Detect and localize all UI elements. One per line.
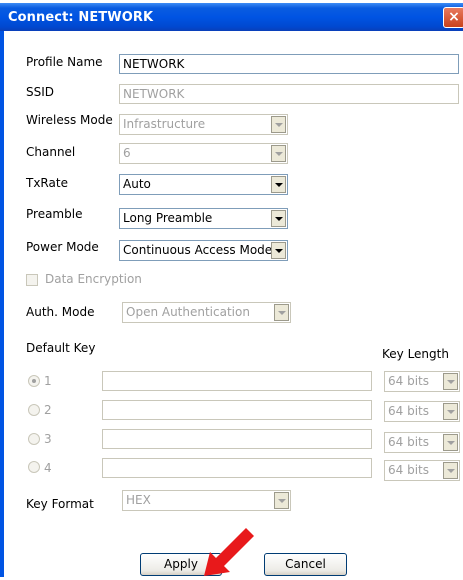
- channel-label: Channel: [26, 145, 76, 159]
- key-4-length-value: 64 bits: [388, 463, 429, 477]
- chevron-down-icon[interactable]: [443, 434, 458, 451]
- key-length-label: Key Length: [382, 347, 449, 361]
- key-1-length-value: 64 bits: [388, 374, 429, 388]
- power-mode-select[interactable]: Continuous Access Mode: [119, 240, 288, 261]
- close-button[interactable]: ×: [443, 7, 463, 28]
- red-arrow-icon: [204, 528, 254, 576]
- key-4-length-select[interactable]: 64 bits: [384, 460, 460, 481]
- wireless-mode-select[interactable]: Infrastructure: [119, 114, 288, 135]
- txrate-label: TxRate: [26, 176, 68, 190]
- data-encryption-checkbox[interactable]: [26, 274, 38, 286]
- key-2-length-select[interactable]: 64 bits: [384, 401, 460, 422]
- chevron-down-icon[interactable]: [271, 145, 286, 162]
- chevron-down-icon[interactable]: [443, 403, 458, 420]
- key-1-number: 1: [44, 374, 52, 388]
- key-3-length-select[interactable]: 64 bits: [384, 432, 460, 453]
- default-key-label: Default Key: [26, 341, 96, 355]
- auth-mode-value: Open Authentication: [126, 305, 250, 319]
- data-encryption-label: Data Encryption: [45, 272, 142, 286]
- preamble-select[interactable]: Long Preamble: [119, 208, 288, 229]
- wireless-mode-label: Wireless Mode: [26, 113, 113, 127]
- txrate-value: Auto: [123, 177, 151, 191]
- key-1-radio[interactable]: [28, 375, 40, 387]
- window-title: Connect: NETWORK: [8, 10, 154, 25]
- chevron-down-icon[interactable]: [271, 176, 286, 193]
- chevron-down-icon[interactable]: [271, 210, 286, 227]
- chevron-down-icon[interactable]: [271, 242, 286, 259]
- key-2-radio[interactable]: [28, 404, 40, 416]
- key-2-input[interactable]: [102, 400, 372, 420]
- key-format-value: HEX: [126, 493, 151, 507]
- key-4-number: 4: [44, 461, 52, 475]
- key-3-radio[interactable]: [28, 433, 40, 445]
- key-4-radio[interactable]: [28, 461, 40, 473]
- key-format-label: Key Format: [26, 497, 94, 511]
- preamble-value: Long Preamble: [123, 211, 213, 225]
- key-3-input[interactable]: [102, 429, 372, 449]
- channel-select[interactable]: 6: [119, 143, 288, 164]
- cancel-button[interactable]: Cancel: [264, 553, 347, 576]
- key-2-number: 2: [44, 403, 52, 417]
- channel-value: 6: [123, 146, 131, 160]
- chevron-down-icon[interactable]: [443, 462, 458, 479]
- txrate-select[interactable]: Auto: [119, 174, 288, 195]
- profile-name-input[interactable]: NETWORK: [119, 54, 459, 74]
- auth-mode-label: Auth. Mode: [26, 305, 95, 319]
- close-icon: ×: [448, 9, 460, 25]
- window-frame-left: [0, 31, 4, 577]
- arrow-shape: [204, 528, 254, 576]
- title-bar: Connect: NETWORK ×: [0, 3, 463, 31]
- chevron-down-icon[interactable]: [274, 492, 289, 509]
- auth-mode-select[interactable]: Open Authentication: [122, 302, 291, 323]
- ssid-label: SSID: [26, 85, 55, 99]
- key-1-input[interactable]: [102, 371, 372, 391]
- power-mode-label: Power Mode: [26, 240, 99, 254]
- chevron-down-icon[interactable]: [443, 373, 458, 390]
- preamble-label: Preamble: [26, 207, 83, 221]
- key-4-input[interactable]: [102, 458, 372, 478]
- ssid-input[interactable]: NETWORK: [119, 84, 459, 104]
- profile-name-label: Profile Name: [26, 55, 103, 69]
- key-2-length-value: 64 bits: [388, 404, 429, 418]
- wireless-mode-value: Infrastructure: [123, 117, 206, 131]
- key-format-select[interactable]: HEX: [122, 490, 291, 511]
- power-mode-value: Continuous Access Mode: [123, 243, 273, 257]
- key-3-number: 3: [44, 432, 52, 446]
- connect-dialog: Connect: NETWORK × Profile Name NETWORK …: [0, 0, 463, 577]
- chevron-down-icon[interactable]: [274, 304, 289, 321]
- key-1-length-select[interactable]: 64 bits: [384, 371, 460, 392]
- chevron-down-icon[interactable]: [271, 116, 286, 133]
- key-3-length-value: 64 bits: [388, 435, 429, 449]
